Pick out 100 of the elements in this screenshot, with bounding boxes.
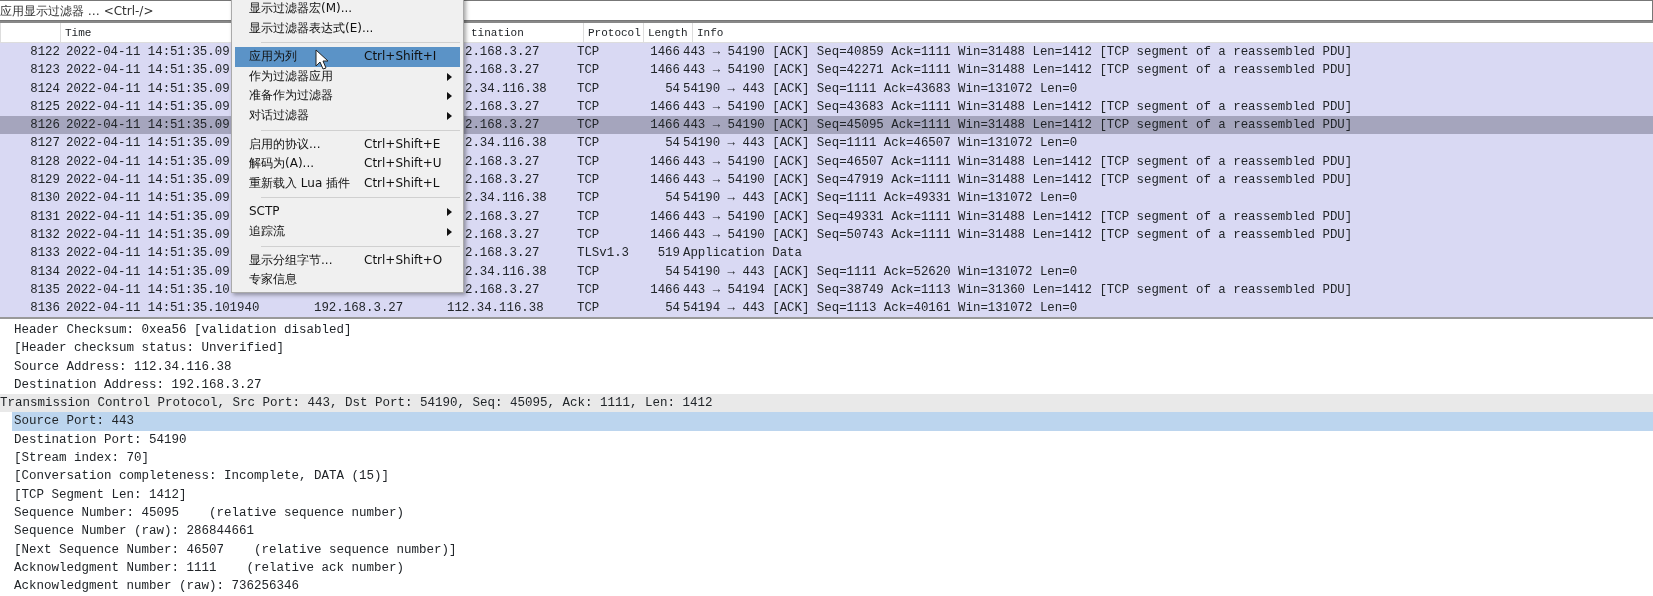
table-cell-text: 8131 [29, 208, 60, 226]
table-cell-text: 443 → 54190 [ACK] Seq=46507 Ack=1111 Win=31488 Len=1412 [TCP segment of a reassembled PDU] [683, 153, 1354, 171]
table-cell-text: 192.168.3.27 [313, 300, 405, 317]
tree-item[interactable]: Acknowledgment Number: 1111 (relative ack number) [12, 558, 1653, 578]
table-cell-text: 1466 [649, 226, 681, 244]
table-cell-text: 8122 [29, 44, 60, 61]
table-cell-text: 8128 [29, 153, 60, 171]
table-cell-text: 1466 [649, 153, 681, 171]
table-cell-text: 2.168.3.27 [465, 117, 541, 135]
tree-item[interactable]: Transmission Control Protocol, Src Port: 443, Dst Port: 54190, Seq: 45095, Ack: 1111, Len: 1412 [0, 394, 1653, 413]
table-cell-text: 54190 → 443 [ACK] Seq=1111 Ack=43683 Win=131072 Len=0 [683, 80, 1079, 98]
menu-item[interactable]: 解码为(A)... Ctrl+Shift+U [235, 154, 460, 174]
table-cell-text: 54190 → 443 [ACK] Seq=1111 Ack=46507 Win=131072 Len=0 [683, 135, 1079, 153]
table-cell-text: 443 → 54194 [ACK] Seq=38749 Ack=1113 Win=31360 Len=1412 [TCP segment of a reassembled PDU] [683, 281, 1354, 299]
table-cell-text: 519 [656, 245, 681, 263]
table-cell-text: 2.168.3.27 [465, 245, 541, 263]
table-cell-text: 8124 [29, 80, 60, 98]
tree-item[interactable]: [Next Sequence Number: 46507 (relative sequence number)] [12, 540, 1653, 559]
cursor-icon [315, 49, 329, 70]
table-cell-text: 8132 [29, 226, 60, 244]
table-cell-text: 1466 [649, 172, 681, 190]
table-cell-text: 443 → 54190 [ACK] Seq=49331 Ack=1111 Win=31488 Len=1412 [TCP segment of a reassembled PDU] [683, 208, 1354, 226]
table-cell-text: 2.168.3.27 [465, 208, 541, 226]
table-cell-text: TLSv1.3 [577, 245, 631, 263]
tree-item[interactable]: [Conversation completeness: Incomplete, DATA (15)] [12, 467, 1653, 486]
table-cell-text: 8123 [29, 62, 60, 80]
table-cell-text: TCP [577, 226, 601, 244]
table-cell-text: TCP [577, 208, 601, 226]
table-cell-text: 2.168.3.27 [465, 62, 541, 80]
table-cell-text: 2.168.3.27 [465, 281, 541, 299]
menu-item[interactable]: 显示过滤器宏(M)... [235, 0, 460, 19]
table-cell-text: 2022-04-11 14:51:35.09 [65, 44, 231, 61]
table-cell-text: TCP [577, 172, 601, 190]
table-cell-text: 8127 [29, 135, 60, 153]
table-cell-text: 2.34.116.38 [465, 190, 548, 208]
table-cell-text: 2.168.3.27 [465, 153, 541, 171]
table-cell-text: 2022-04-11 14:51:35.09 [65, 135, 231, 153]
tree-item[interactable]: Destination Address: 192.168.3.27 [0, 375, 1653, 395]
table-cell-text: 8129 [29, 172, 60, 190]
table-cell-text: 2.34.116.38 [465, 135, 548, 153]
table-cell-text: 443 → 54190 [ACK] Seq=43683 Ack=1111 Win=31488 Len=1412 [TCP segment of a reassembled PDU] [683, 98, 1354, 116]
table-cell-text: 443 → 54190 [ACK] Seq=42271 Ack=1111 Win=31488 Len=1412 [TCP segment of a reassembled PDU] [683, 62, 1354, 80]
tree-item[interactable]: Header Checksum: 0xea56 [validation disabled] [0, 321, 1653, 340]
table-cell-text: 2.168.3.27 [465, 226, 541, 244]
tree-item[interactable]: Source Port: 443 [12, 412, 1653, 431]
table-cell-text: TCP [577, 44, 601, 61]
table-cell-text: 1466 [649, 208, 681, 226]
tree-item[interactable]: Source Address: 112.34.116.38 [0, 357, 1653, 376]
table-cell-text: 1466 [649, 117, 681, 135]
table-cell-text: TCP [577, 62, 601, 80]
table-cell-text: 2.168.3.27 [465, 98, 541, 116]
table-cell-text: TCP [577, 190, 601, 208]
table-cell-text: 443 → 54190 [ACK] Seq=40859 Ack=1111 Win=31488 Len=1412 [TCP segment of a reassembled PDU] [683, 44, 1354, 61]
menu-item[interactable]: 应用为列 Ctrl+Shift+I [235, 47, 460, 67]
table-cell-text: 443 → 54190 [ACK] Seq=47919 Ack=1111 Win=31488 Len=1412 [TCP segment of a reassembled PDU] [683, 172, 1354, 190]
table-cell-text: 2022-04-11 14:51:35.09 [65, 190, 231, 208]
tree-item[interactable]: [Stream index: 70] [12, 449, 1653, 468]
table-cell-text: TCP [577, 300, 601, 317]
column-header[interactable]: Length [643, 23, 692, 42]
tree-item[interactable]: [Header checksum status: Unverified] [0, 339, 1653, 358]
tree-item[interactable]: Acknowledgment number (raw): 736256346 [12, 577, 1653, 596]
table-cell-text: 2022-04-11 14:51:35.09 [65, 172, 231, 190]
table-cell-text: 8126 [29, 117, 60, 135]
table-cell-text: TCP [577, 117, 601, 135]
table-cell-text: 2.34.116.38 [465, 80, 548, 98]
table-cell-text: Application Data [683, 245, 803, 263]
table-cell-text: 2022-04-11 14:51:35.09 [65, 80, 231, 98]
table-cell-text: 1466 [649, 62, 681, 80]
table-cell-text: 54 [664, 300, 681, 317]
table-cell-text: 8125 [29, 98, 60, 116]
table-cell-text: 443 → 54190 [ACK] Seq=45095 Ack=1111 Win=31488 Len=1412 [TCP segment of a reassembled PDU] [683, 117, 1354, 135]
table-cell-text: 2022-04-11 14:51:35.10 [65, 281, 231, 299]
table-cell-text: 8133 [29, 245, 60, 263]
table-cell-text: TCP [577, 135, 601, 153]
tree-item[interactable]: Destination Port: 54190 [12, 430, 1653, 450]
table-cell-text: TCP [577, 263, 601, 281]
table-cell-text: 2022-04-11 14:51:35.09 [65, 226, 231, 244]
table-cell-text: 54190 → 443 [ACK] Seq=1111 Ack=52620 Win=131072 Len=0 [683, 263, 1079, 281]
menu-item[interactable]: 启用的协议... Ctrl+Shift+E [235, 134, 460, 155]
table-cell-text: 54190 → 443 [ACK] Seq=1111 Ack=49331 Win=131072 Len=0 [683, 190, 1079, 208]
table-cell-text: 54 [664, 190, 681, 208]
table-cell-text: 112.34.116.38 [447, 300, 545, 317]
table-cell-text: 2022-04-11 14:51:35.09 [65, 245, 231, 263]
table-cell-text: 1466 [649, 44, 681, 61]
table-cell-text: 2.34.116.38 [465, 263, 548, 281]
table-cell-text: 443 → 54190 [ACK] Seq=50743 Ack=1111 Win=31488 Len=1412 [TCP segment of a reassembled PDU] [683, 226, 1354, 244]
table-cell-text: 2.168.3.27 [465, 44, 541, 61]
packet-row[interactable]: 8136 2022-04-11 14:51:35.101940 192.168.3.27 112.34.116.38 TCP 54 54194 → 443 [ACK] Seq=1113 Ack=40161 Win=131072 Len=0 [0, 299, 1653, 317]
table-cell-text: TCP [577, 80, 601, 98]
table-cell-text: 2022-04-11 14:51:35.101940 [65, 300, 261, 317]
tree-item[interactable]: Sequence Number (raw): 286844661 [12, 522, 1653, 541]
table-cell-text: 2022-04-11 14:51:35.09 [65, 208, 231, 226]
tree-item[interactable]: Sequence Number: 45095 (relative sequence number) [12, 503, 1653, 523]
column-header[interactable]: Info [692, 23, 1653, 42]
table-cell-text: TCP [577, 281, 601, 299]
table-cell-text: 8134 [29, 263, 60, 281]
column-header[interactable]: Protocol [583, 23, 643, 42]
table-cell-text: 2022-04-11 14:51:35.09 [65, 263, 231, 281]
tree-item[interactable]: [TCP Segment Len: 1412] [12, 485, 1653, 504]
table-cell-text: 54 [664, 80, 681, 98]
